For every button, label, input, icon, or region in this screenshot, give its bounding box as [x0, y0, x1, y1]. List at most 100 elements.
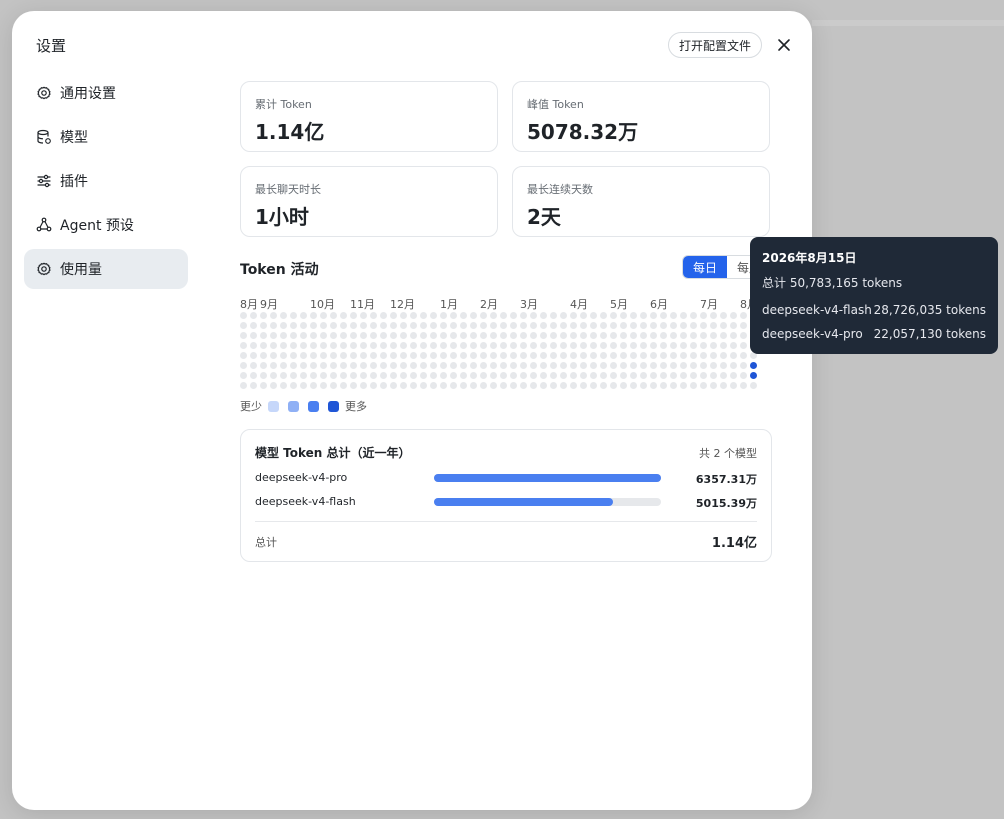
heatmap-cell[interactable] — [530, 322, 537, 329]
heatmap-cell[interactable] — [350, 372, 357, 379]
heatmap-cell[interactable] — [310, 382, 317, 389]
heatmap-cell[interactable] — [520, 382, 527, 389]
heatmap-cell[interactable] — [270, 332, 277, 339]
heatmap-cell[interactable] — [360, 362, 367, 369]
heatmap-cell[interactable] — [370, 342, 377, 349]
heatmap-cell[interactable] — [490, 312, 497, 319]
heatmap-cell[interactable] — [710, 312, 717, 319]
heatmap-cell[interactable] — [280, 312, 287, 319]
heatmap-cell[interactable] — [310, 342, 317, 349]
heatmap-cell[interactable] — [320, 332, 327, 339]
heatmap-cell[interactable] — [460, 352, 467, 359]
heatmap-cell[interactable] — [730, 312, 737, 319]
heatmap-cell[interactable] — [390, 322, 397, 329]
heatmap-cell[interactable] — [520, 342, 527, 349]
heatmap-cell[interactable] — [610, 322, 617, 329]
heatmap-cell[interactable] — [620, 352, 627, 359]
heatmap-cell[interactable] — [480, 352, 487, 359]
heatmap-cell[interactable] — [370, 362, 377, 369]
heatmap-cell[interactable] — [750, 372, 757, 379]
heatmap-cell[interactable] — [380, 372, 387, 379]
heatmap-cell[interactable] — [690, 322, 697, 329]
heatmap-cell[interactable] — [730, 352, 737, 359]
heatmap-cell[interactable] — [470, 342, 477, 349]
heatmap-cell[interactable] — [440, 322, 447, 329]
heatmap-cell[interactable] — [470, 322, 477, 329]
heatmap-cell[interactable] — [490, 332, 497, 339]
heatmap-cell[interactable] — [490, 342, 497, 349]
heatmap-cell[interactable] — [610, 362, 617, 369]
heatmap-cell[interactable] — [440, 352, 447, 359]
heatmap-cell[interactable] — [640, 312, 647, 319]
heatmap-cell[interactable] — [640, 342, 647, 349]
heatmap-cell[interactable] — [650, 342, 657, 349]
heatmap-cell[interactable] — [680, 342, 687, 349]
heatmap-cell[interactable] — [690, 382, 697, 389]
heatmap-cell[interactable] — [460, 382, 467, 389]
heatmap-cell[interactable] — [380, 332, 387, 339]
heatmap-cell[interactable] — [500, 342, 507, 349]
heatmap-cell[interactable] — [650, 332, 657, 339]
heatmap-cell[interactable] — [680, 352, 687, 359]
heatmap-cell[interactable] — [700, 342, 707, 349]
heatmap-cell[interactable] — [320, 322, 327, 329]
nav-item-usage[interactable]: 使用量 — [24, 249, 188, 289]
heatmap-cell[interactable] — [290, 322, 297, 329]
heatmap-cell[interactable] — [550, 362, 557, 369]
nav-item-agent-presets[interactable]: Agent 预设 — [24, 205, 188, 245]
heatmap-cell[interactable] — [370, 312, 377, 319]
heatmap-cell[interactable] — [700, 382, 707, 389]
heatmap-cell[interactable] — [450, 322, 457, 329]
heatmap-cell[interactable] — [340, 322, 347, 329]
heatmap-cell[interactable] — [710, 372, 717, 379]
heatmap-cell[interactable] — [610, 382, 617, 389]
heatmap-cell[interactable] — [680, 382, 687, 389]
heatmap-cell[interactable] — [330, 362, 337, 369]
heatmap-cell[interactable] — [290, 372, 297, 379]
heatmap-cell[interactable] — [670, 372, 677, 379]
heatmap-cell[interactable] — [400, 372, 407, 379]
heatmap-cell[interactable] — [310, 362, 317, 369]
heatmap-cell[interactable] — [550, 342, 557, 349]
heatmap-cell[interactable] — [310, 312, 317, 319]
heatmap-cell[interactable] — [400, 362, 407, 369]
heatmap-cell[interactable] — [380, 312, 387, 319]
heatmap-cell[interactable] — [430, 372, 437, 379]
heatmap-cell[interactable] — [720, 362, 727, 369]
heatmap-cell[interactable] — [620, 372, 627, 379]
heatmap-cell[interactable] — [610, 372, 617, 379]
heatmap-cell[interactable] — [320, 312, 327, 319]
toggle-daily[interactable]: 每日 — [683, 256, 727, 278]
heatmap-cell[interactable] — [320, 372, 327, 379]
heatmap-cell[interactable] — [250, 312, 257, 319]
heatmap-cell[interactable] — [460, 312, 467, 319]
heatmap-cell[interactable] — [600, 372, 607, 379]
heatmap-cell[interactable] — [700, 372, 707, 379]
heatmap-cell[interactable] — [680, 362, 687, 369]
heatmap-cell[interactable] — [570, 342, 577, 349]
heatmap-cell[interactable] — [660, 322, 667, 329]
heatmap-cell[interactable] — [470, 362, 477, 369]
heatmap-cell[interactable] — [540, 352, 547, 359]
heatmap-cell[interactable] — [690, 352, 697, 359]
heatmap-cell[interactable] — [330, 382, 337, 389]
heatmap-cell[interactable] — [320, 362, 327, 369]
heatmap-cell[interactable] — [240, 352, 247, 359]
heatmap-cell[interactable] — [480, 362, 487, 369]
heatmap-cell[interactable] — [620, 322, 627, 329]
heatmap-cell[interactable] — [290, 382, 297, 389]
heatmap-cell[interactable] — [430, 332, 437, 339]
heatmap-cell[interactable] — [700, 332, 707, 339]
heatmap-cell[interactable] — [310, 372, 317, 379]
heatmap-cell[interactable] — [410, 382, 417, 389]
heatmap-cell[interactable] — [520, 372, 527, 379]
heatmap-cell[interactable] — [710, 352, 717, 359]
heatmap-cell[interactable] — [740, 382, 747, 389]
heatmap-cell[interactable] — [310, 332, 317, 339]
nav-item-plugins[interactable]: 插件 — [24, 161, 188, 201]
heatmap-cell[interactable] — [400, 312, 407, 319]
heatmap-cell[interactable] — [290, 332, 297, 339]
heatmap-cell[interactable] — [340, 362, 347, 369]
heatmap-cell[interactable] — [650, 352, 657, 359]
heatmap-cell[interactable] — [580, 332, 587, 339]
